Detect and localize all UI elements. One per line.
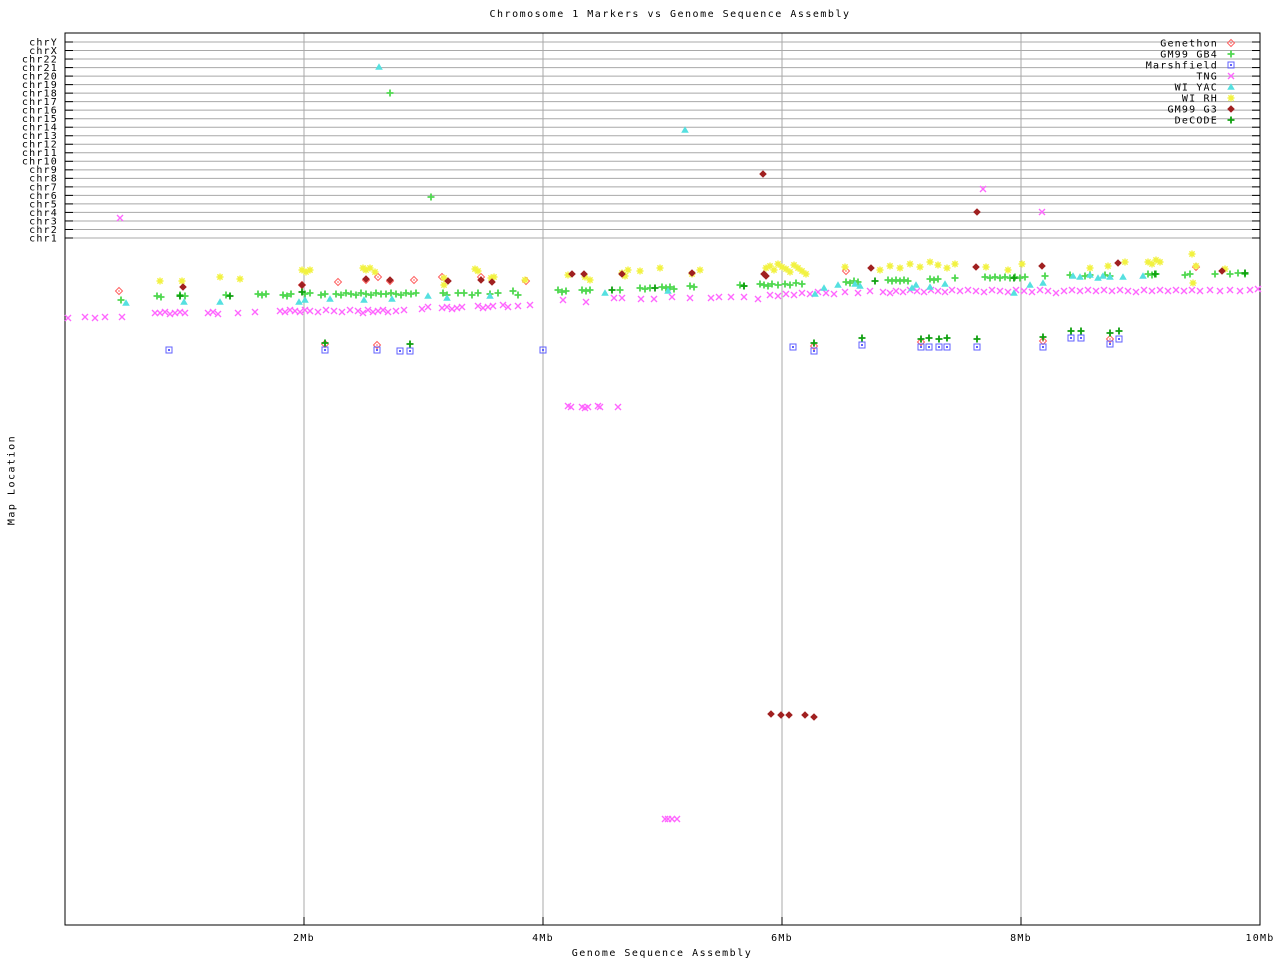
- legend-label-gm99-g3: GM99 G3: [1167, 105, 1218, 116]
- series-marshfield: [165, 334, 1123, 355]
- legend-label-genethon: Genethon: [1160, 39, 1218, 50]
- legend-label-tng: TNG: [1196, 72, 1218, 83]
- chart: Chromosome 1 Markers vs Genome Sequence …: [0, 0, 1280, 960]
- series-genethon: [114, 262, 1201, 351]
- x-tick-label: 2Mb: [293, 933, 315, 944]
- x-tick-label: 10Mb: [1246, 933, 1275, 944]
- plot-area: chrYchrXchr22chr21chr20chr19chr18chr17ch…: [22, 32, 1275, 944]
- series-tng: [64, 185, 1262, 823]
- series-gm99-gb4: [117, 89, 1249, 304]
- legend-label-gm99-gb4: GM99 GB4: [1160, 50, 1218, 61]
- y-tick-labels: chrYchrXchr22chr21chr20chr19chr18chr17ch…: [22, 37, 58, 244]
- x-tick-label: 4Mb: [532, 933, 554, 944]
- legend: GenethonGM99 GB4MarshfieldTNGWI YACWI RH…: [1146, 39, 1236, 127]
- series-gm99-g3: [179, 170, 1226, 721]
- series-wi-rh: [156, 250, 1229, 289]
- gridlines: [65, 33, 1260, 925]
- legend-label-marshfield: Marshfield: [1146, 61, 1218, 72]
- y-tick-label: chr1: [29, 233, 58, 244]
- axes: [64, 32, 1261, 926]
- legend-label-wi-yac: WI YAC: [1175, 83, 1218, 94]
- legend-label-decode: DeCODE: [1175, 116, 1218, 127]
- x-tick-label: 6Mb: [771, 933, 793, 944]
- x-tick-label: 8Mb: [1010, 933, 1032, 944]
- x-tick-labels: 2Mb 4Mb 6Mb 8Mb 10Mb: [293, 933, 1275, 944]
- legend-label-wi-rh: WI RH: [1182, 94, 1218, 105]
- series-wi-yac: [122, 63, 1147, 306]
